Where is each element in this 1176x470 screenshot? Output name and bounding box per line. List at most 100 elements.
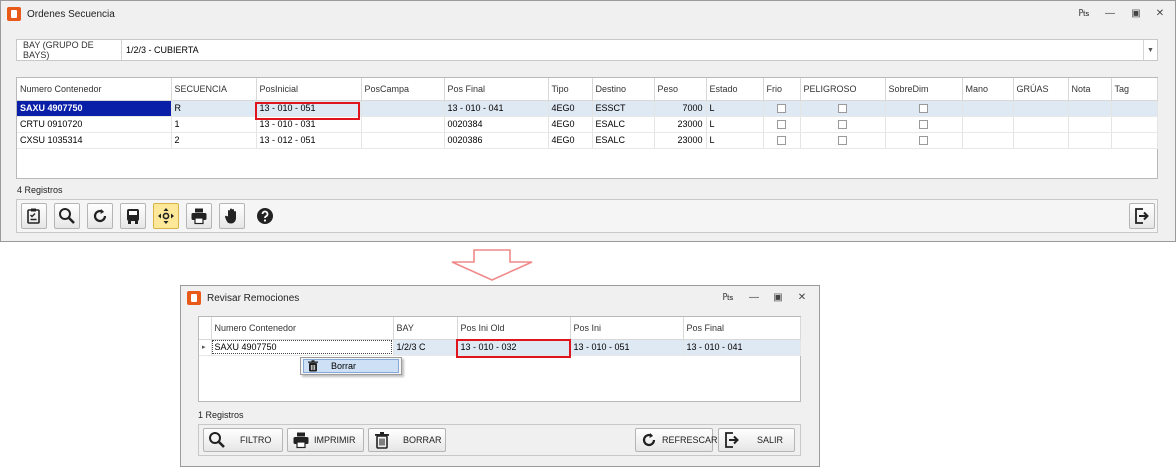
cell-pos-final[interactable]: 13 - 010 - 041 (683, 339, 801, 356)
col-pos-final[interactable]: Pos Final (444, 78, 549, 101)
col-destino[interactable]: Destino (592, 78, 655, 101)
cell-peso[interactable]: 23000 (654, 116, 707, 133)
help-button[interactable] (252, 203, 278, 229)
cell-nota[interactable] (1068, 100, 1112, 117)
cell-peligroso[interactable] (800, 116, 886, 133)
cell-destino[interactable]: ESALC (592, 132, 655, 149)
col-pos-ini[interactable]: Pos Ini (570, 317, 684, 340)
truck-button[interactable] (120, 203, 146, 229)
col-pos-final[interactable]: Pos Final (683, 317, 801, 340)
cell-gruas[interactable] (1013, 132, 1069, 149)
print-button[interactable] (186, 203, 212, 229)
frio-checkbox[interactable] (777, 120, 786, 130)
bay-selector[interactable]: BAY (GRUPO DE BAYS) 1/2/3 - CUBIERTA ▼ (16, 39, 1158, 61)
chevron-down-icon[interactable]: ▼ (1143, 40, 1157, 60)
sobredim-checkbox[interactable] (919, 104, 928, 114)
cell-peso[interactable]: 23000 (654, 132, 707, 149)
col-peligroso[interactable]: PELIGROSO (800, 78, 886, 101)
col-bay[interactable]: BAY (393, 317, 458, 340)
cell-destino[interactable]: ESSCT (592, 100, 655, 117)
col-peso[interactable]: Peso (654, 78, 707, 101)
cell-mano[interactable] (962, 116, 1014, 133)
bay-select-value[interactable]: 1/2/3 - CUBIERTA (121, 40, 1143, 60)
cell-frio[interactable] (763, 116, 801, 133)
frio-checkbox[interactable] (777, 104, 786, 114)
sobredim-checkbox[interactable] (919, 120, 928, 130)
cell-nota[interactable] (1068, 116, 1112, 133)
maximize-icon[interactable]: ▣ (1129, 7, 1143, 21)
minimize-icon[interactable]: — (1103, 7, 1117, 21)
cell-contenedor[interactable]: SAXU 4907750 (17, 100, 172, 117)
exit-button[interactable] (1129, 203, 1155, 229)
borrar-button[interactable]: BORRAR (368, 428, 446, 452)
cell-sobredim[interactable] (885, 116, 963, 133)
cell-destino[interactable]: ESALC (592, 116, 655, 133)
pin-icon[interactable]: ₧ (721, 291, 735, 305)
refrescar-button[interactable]: REFRESCAR (635, 428, 718, 452)
cell-peligroso[interactable] (800, 132, 886, 149)
close-icon[interactable]: ✕ (795, 291, 809, 305)
minimize-icon[interactable]: — (747, 291, 761, 305)
cell-secuencia[interactable]: R (171, 100, 257, 117)
refresh-button[interactable] (87, 203, 113, 229)
cell-peligroso[interactable] (800, 100, 886, 117)
col-pos-ini-old[interactable]: Pos Ini Old (457, 317, 571, 340)
context-menu-borrar[interactable]: Borrar (303, 359, 399, 373)
cell-pos-campa[interactable] (361, 100, 445, 117)
col-numero-contenedor[interactable]: Numero Contenedor (211, 317, 394, 340)
cell-estado[interactable]: L (706, 100, 764, 117)
pin-icon[interactable]: ₧ (1077, 7, 1091, 21)
cell-tag[interactable] (1111, 100, 1158, 117)
cell-estado[interactable]: L (706, 132, 764, 149)
cell-contenedor[interactable]: CRTU 0910720 (17, 116, 172, 133)
cell-frio[interactable] (763, 132, 801, 149)
col-pos-campa[interactable]: PosCampa (361, 78, 445, 101)
hand-button[interactable] (219, 203, 245, 229)
sobredim-checkbox[interactable] (919, 136, 928, 146)
cell-gruas[interactable] (1013, 100, 1069, 117)
peligroso-checkbox[interactable] (838, 120, 847, 130)
col-secuencia[interactable]: SECUENCIA (171, 78, 257, 101)
close-icon[interactable]: ✕ (1153, 7, 1167, 21)
cell-pos-final[interactable]: 0020384 (444, 116, 549, 133)
col-numero-contenedor[interactable]: Numero Contenedor (17, 78, 172, 101)
peligroso-checkbox[interactable] (838, 136, 847, 146)
cell-tag[interactable] (1111, 132, 1158, 149)
col-sobredim[interactable]: SobreDim (885, 78, 963, 101)
cell-contenedor[interactable]: SAXU 4907750 (211, 339, 394, 356)
salir-button[interactable]: SALIR (718, 428, 795, 452)
cell-pos-ini[interactable]: 13 - 010 - 051 (570, 339, 684, 356)
cell-pos-final[interactable]: 13 - 010 - 041 (444, 100, 549, 117)
search-button[interactable] (54, 203, 80, 229)
table-row[interactable]: CRTU 0910720 1 13 - 010 - 031 0020384 4E… (17, 116, 1158, 133)
cell-tipo[interactable]: 4EG0 (548, 100, 593, 117)
col-frio[interactable]: Frio (763, 78, 801, 101)
maximize-icon[interactable]: ▣ (771, 291, 785, 305)
cell-sobredim[interactable] (885, 132, 963, 149)
cell-peso[interactable]: 7000 (654, 100, 707, 117)
cell-tag[interactable] (1111, 116, 1158, 133)
col-nota[interactable]: Nota (1068, 78, 1112, 101)
cell-pos-inicial[interactable]: 13 - 012 - 051 (256, 132, 362, 149)
col-pos-inicial[interactable]: PosInicial (256, 78, 362, 101)
col-tag[interactable]: Tag (1111, 78, 1158, 101)
cell-frio[interactable] (763, 100, 801, 117)
cell-nota[interactable] (1068, 132, 1112, 149)
cell-mano[interactable] (962, 132, 1014, 149)
cell-bay[interactable]: 1/2/3 C (393, 339, 458, 356)
cell-pos-campa[interactable] (361, 132, 445, 149)
col-gruas[interactable]: GRÚAS (1013, 78, 1069, 101)
cell-contenedor[interactable]: CXSU 1035314 (17, 132, 172, 149)
cell-tipo[interactable]: 4EG0 (548, 132, 593, 149)
cell-pos-final[interactable]: 0020386 (444, 132, 549, 149)
peligroso-checkbox[interactable] (838, 104, 847, 114)
clipboard-button[interactable] (21, 203, 47, 229)
filtro-button[interactable]: FILTRO (203, 428, 283, 452)
table-row[interactable]: CXSU 1035314 2 13 - 012 - 051 0020386 4E… (17, 132, 1158, 149)
cell-mano[interactable] (962, 100, 1014, 117)
cell-sobredim[interactable] (885, 100, 963, 117)
cell-estado[interactable]: L (706, 116, 764, 133)
cell-tipo[interactable]: 4EG0 (548, 116, 593, 133)
cell-pos-campa[interactable] (361, 116, 445, 133)
imprimir-button[interactable]: IMPRIMIR (287, 428, 364, 452)
